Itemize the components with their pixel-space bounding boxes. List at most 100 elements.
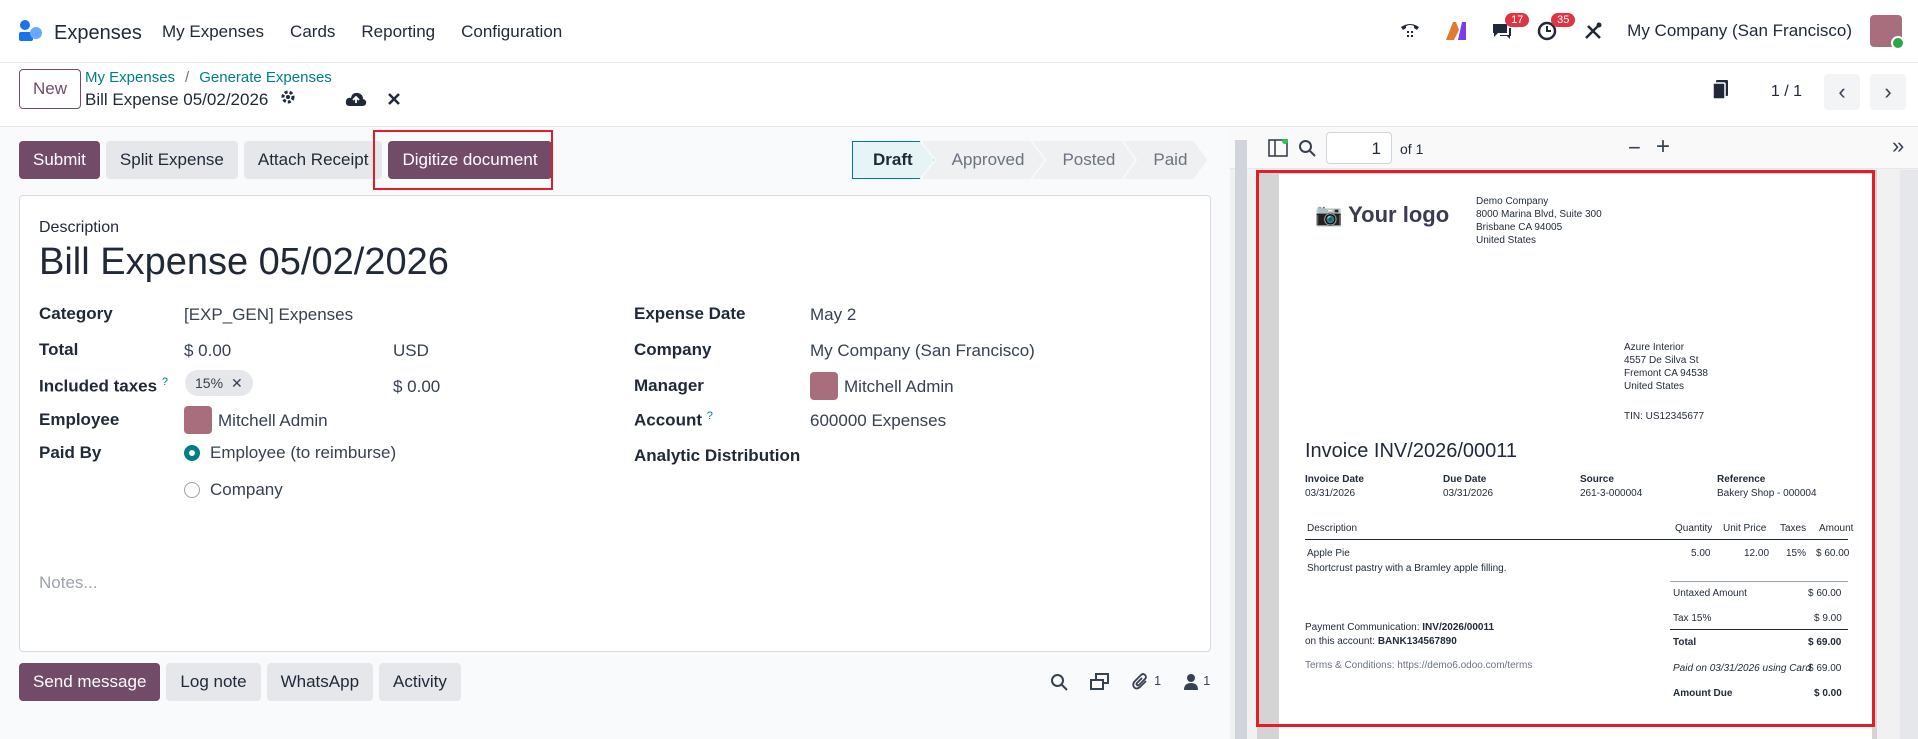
pager-next-button[interactable]: › bbox=[1870, 74, 1906, 110]
menu-item-configuration[interactable]: Configuration bbox=[461, 22, 562, 42]
preview-scrollbar[interactable] bbox=[1235, 140, 1247, 739]
manager-label: Manager bbox=[634, 376, 704, 395]
zoom-in-icon[interactable]: + bbox=[1656, 133, 1670, 161]
manager-avatar bbox=[810, 372, 838, 400]
main-menu: My Expenses Cards Reporting Configuratio… bbox=[162, 22, 562, 42]
stage-paid[interactable]: Paid bbox=[1123, 141, 1207, 179]
employee-field[interactable]: Mitchell Admin bbox=[218, 411, 328, 431]
company-address-line: Demo Company bbox=[1476, 196, 1549, 207]
remove-tag-icon[interactable]: ✕ bbox=[231, 375, 243, 392]
attach-receipt-button[interactable]: Attach Receipt bbox=[243, 141, 383, 179]
customer-tin: TIN: US12345677 bbox=[1624, 411, 1705, 422]
stage-draft[interactable]: Draft bbox=[852, 141, 934, 179]
chatter-buttons: Send message Log note WhatsApp Activity bbox=[19, 663, 461, 701]
control-panel: New My Expenses / Generate Expenses Bill… bbox=[0, 63, 1918, 127]
employee-avatar bbox=[184, 406, 212, 434]
tax-tag[interactable]: 15% ✕ bbox=[185, 370, 253, 396]
account-field[interactable]: 600000 Expenses bbox=[810, 411, 946, 431]
manager-field[interactable]: Mitchell Admin bbox=[844, 377, 954, 397]
status-bar: Draft Approved Posted Paid bbox=[852, 141, 1195, 179]
pdf-scrollbar[interactable] bbox=[1900, 170, 1918, 739]
line-description: Shortcrust pastry with a Bramley apple f… bbox=[1307, 563, 1507, 574]
total-value: $ 0.00 bbox=[1814, 688, 1842, 699]
menu-item-reporting[interactable]: Reporting bbox=[361, 22, 435, 42]
paid-by-employee-label[interactable]: Employee (to reimburse) bbox=[210, 443, 396, 463]
discard-x-icon[interactable] bbox=[387, 92, 401, 111]
search-icon[interactable] bbox=[1050, 673, 1068, 695]
pager-previous-button[interactable]: ‹ bbox=[1824, 74, 1860, 110]
totals-divider bbox=[1670, 581, 1848, 582]
sidebar-toggle-icon[interactable] bbox=[1268, 138, 1288, 162]
followers-icon[interactable]: 1 bbox=[1183, 673, 1210, 695]
included-taxes-label: Included taxes ? bbox=[39, 376, 168, 396]
ai-icon[interactable] bbox=[1445, 21, 1467, 41]
line-product: Apple Pie bbox=[1307, 548, 1350, 559]
tools-expand-icon[interactable]: » bbox=[1892, 133, 1904, 159]
line-header: Quantity bbox=[1675, 523, 1713, 534]
windows-icon[interactable] bbox=[1090, 673, 1110, 695]
total-field[interactable]: $ 0.00 bbox=[184, 341, 231, 361]
company-address-line: 8000 Marina Blvd, Suite 300 bbox=[1476, 209, 1602, 220]
stage-approved[interactable]: Approved bbox=[922, 141, 1045, 179]
document-logo: 📷 Your logo bbox=[1315, 202, 1450, 227]
description-field[interactable]: Bill Expense 05/02/2026 bbox=[39, 241, 449, 284]
help-icon[interactable]: ? bbox=[162, 376, 168, 388]
submit-button[interactable]: Submit bbox=[19, 141, 100, 179]
total-label: Paid on 03/31/2026 using Card bbox=[1673, 663, 1811, 674]
tools-icon[interactable] bbox=[1583, 21, 1603, 41]
expenses-app-icon bbox=[18, 19, 44, 48]
breadcrumb-generate-expenses[interactable]: Generate Expenses bbox=[199, 69, 332, 86]
total-value: $ 9.00 bbox=[1814, 613, 1842, 624]
stage-posted[interactable]: Posted bbox=[1032, 141, 1135, 179]
menu-item-my-expenses[interactable]: My Expenses bbox=[162, 22, 264, 42]
category-label: Category bbox=[39, 304, 113, 323]
category-field[interactable]: [EXP_GEN] Expenses bbox=[184, 305, 353, 325]
save-cloud-icon[interactable] bbox=[345, 91, 367, 112]
breadcrumb-my-expenses[interactable]: My Expenses bbox=[85, 69, 175, 86]
user-avatar[interactable] bbox=[1870, 15, 1905, 50]
digitize-document-button[interactable]: Digitize document bbox=[388, 141, 552, 179]
company-switcher[interactable]: My Company (San Francisco) bbox=[1627, 21, 1852, 41]
radio-employee[interactable] bbox=[184, 445, 200, 461]
zoom-out-icon[interactable]: − bbox=[1628, 135, 1641, 161]
invoice-title: Invoice INV/2026/00011 bbox=[1305, 440, 1518, 462]
app-brand[interactable]: Expenses bbox=[18, 19, 142, 48]
expense-date-field[interactable]: May 2 bbox=[810, 305, 856, 325]
company-field[interactable]: My Company (San Francisco) bbox=[810, 341, 1035, 361]
split-expense-button[interactable]: Split Expense bbox=[105, 141, 238, 179]
info-header: Reference bbox=[1717, 474, 1766, 485]
notes-field[interactable]: Notes... bbox=[39, 573, 98, 593]
radio-company[interactable] bbox=[184, 482, 200, 498]
form-sheet: Description Bill Expense 05/02/2026 Cate… bbox=[19, 195, 1211, 652]
gear-icon[interactable] bbox=[280, 89, 296, 110]
phone-icon[interactable] bbox=[1399, 21, 1421, 41]
total-label: Amount Due bbox=[1673, 688, 1733, 699]
line-amount: $ 60.00 bbox=[1816, 548, 1850, 559]
pager-value[interactable]: 1 / 1 bbox=[1771, 83, 1802, 101]
activity-button[interactable]: Activity bbox=[379, 663, 461, 701]
total-value: $ 69.00 bbox=[1808, 637, 1842, 648]
account-help-icon[interactable]: ? bbox=[707, 410, 713, 422]
action-buttons: Submit Split Expense Attach Receipt Digi… bbox=[19, 141, 552, 179]
send-message-button[interactable]: Send message bbox=[19, 663, 161, 701]
whatsapp-button[interactable]: WhatsApp bbox=[266, 663, 374, 701]
new-button[interactable]: New bbox=[19, 69, 81, 109]
currency-field[interactable]: USD bbox=[393, 341, 429, 361]
activity-clock-icon[interactable]: 35 bbox=[1537, 13, 1576, 41]
log-note-button[interactable]: Log note bbox=[166, 663, 261, 701]
attachment-icon[interactable]: 1 bbox=[1132, 673, 1161, 695]
paid-by-company-label[interactable]: Company bbox=[210, 480, 283, 500]
menu-item-cards[interactable]: Cards bbox=[290, 22, 335, 42]
documents-icon[interactable] bbox=[1711, 79, 1731, 106]
chat-icon[interactable]: 17 bbox=[1491, 13, 1530, 41]
line-header: Description bbox=[1307, 523, 1358, 534]
followers-count: 1 bbox=[1203, 674, 1211, 688]
info-header: Source bbox=[1580, 474, 1614, 485]
pdf-page-input[interactable]: 1 bbox=[1326, 132, 1392, 164]
info-value: 03/31/2026 bbox=[1305, 488, 1356, 499]
chatter-topbar-icons: 1 1 bbox=[1050, 673, 1210, 695]
app-title[interactable]: Expenses bbox=[54, 22, 142, 45]
company-address-line: Brisbane CA 94005 bbox=[1476, 222, 1563, 233]
pdf-search-icon[interactable] bbox=[1298, 139, 1316, 162]
terms-conditions: Terms & Conditions: https://demo6.odoo.c… bbox=[1305, 660, 1533, 671]
